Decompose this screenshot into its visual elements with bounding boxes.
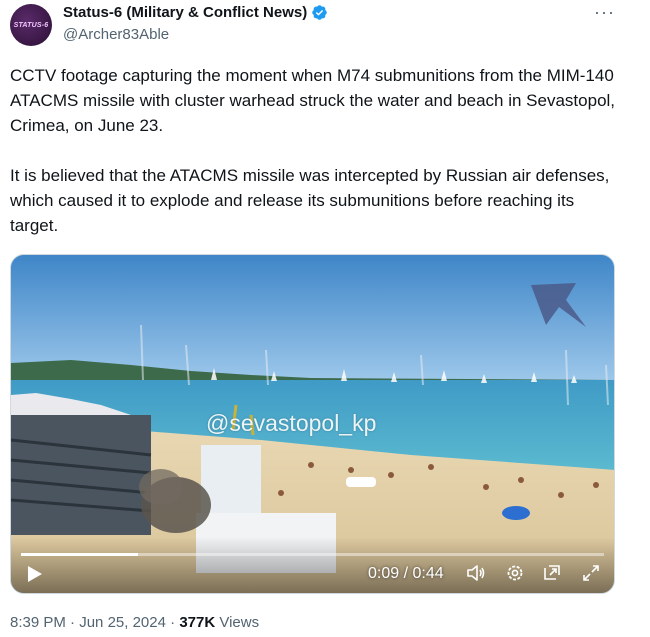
avatar-text: STATUS-6 — [13, 21, 49, 29]
tweet-time[interactable]: 8:39 PM — [10, 614, 66, 631]
settings-icon[interactable] — [505, 563, 525, 583]
volume-icon[interactable] — [466, 563, 486, 583]
video-player[interactable]: @sevastopol_kp 0:09 / 0:44 — [10, 254, 615, 594]
tweet: STATUS-6 Status-6 (Military & Conflict N… — [0, 0, 650, 637]
author-handle[interactable]: @Archer83Able — [63, 26, 169, 43]
tweet-paragraph: CCTV footage capturing the moment when M… — [10, 66, 616, 135]
avatar[interactable]: STATUS-6 — [10, 4, 52, 46]
video-progress-fill — [21, 553, 138, 556]
pip-icon[interactable] — [542, 563, 562, 583]
video-time: 0:09 / 0:44 — [368, 565, 444, 582]
tweet-date[interactable]: Jun 25, 2024 — [79, 614, 166, 631]
meta-separator: · — [170, 614, 176, 631]
video-controls: 0:09 / 0:44 — [11, 535, 614, 593]
meta-separator: · — [70, 614, 76, 631]
tweet-paragraph: It is believed that the ATACMS missile w… — [10, 166, 610, 235]
video-progress-bar[interactable] — [21, 553, 604, 556]
views-label: Views — [219, 614, 260, 631]
author-name-row: Status-6 (Military & Conflict News) — [63, 4, 328, 21]
more-options-icon[interactable]: ··· — [594, 2, 615, 23]
author-display-name[interactable]: Status-6 (Military & Conflict News) — [63, 4, 307, 21]
views-count: 377K — [179, 614, 216, 631]
tweet-meta: 8:39 PM · Jun 25, 2024 · 377K Views — [10, 614, 259, 631]
verified-badge-icon — [312, 5, 327, 20]
video-watermark: @sevastopol_kp — [206, 410, 377, 436]
play-icon[interactable] — [27, 565, 43, 583]
tweet-text: CCTV footage capturing the moment when M… — [10, 63, 620, 238]
fullscreen-icon[interactable] — [581, 563, 601, 583]
